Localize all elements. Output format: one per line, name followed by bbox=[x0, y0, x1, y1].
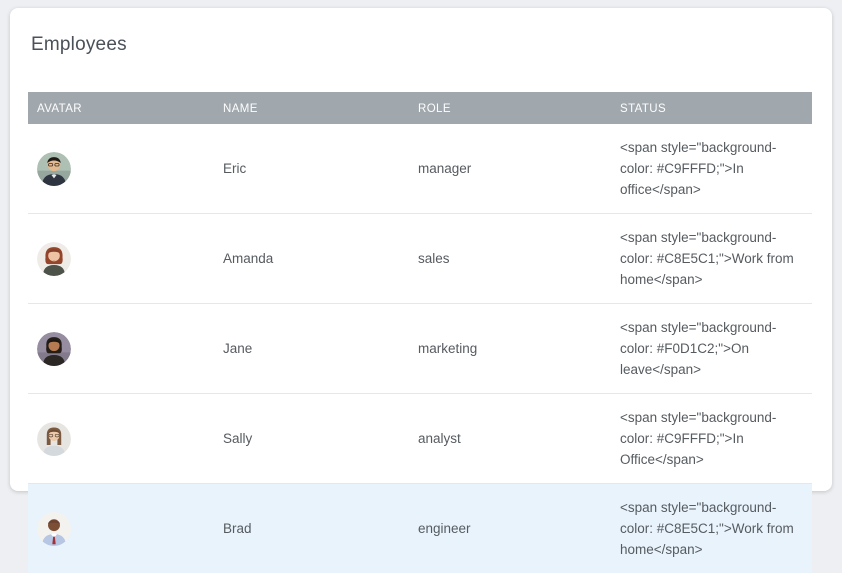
employees-table: AVATAR NAME ROLE STATUS bbox=[28, 92, 812, 573]
cell-name: Sally bbox=[214, 394, 409, 484]
column-header-name: NAME bbox=[214, 92, 409, 124]
table-row-jane[interactable]: Jane marketing <span style="background-c… bbox=[28, 304, 812, 394]
cell-status: <span style="background-color: #C9FFFD;"… bbox=[611, 124, 812, 214]
page-title: Employees bbox=[31, 34, 814, 56]
column-header-avatar: AVATAR bbox=[28, 92, 214, 124]
table-row-amanda[interactable]: Amanda sales <span style="background-col… bbox=[28, 214, 812, 304]
cell-name: Brad bbox=[214, 484, 409, 573]
avatar-brad-icon bbox=[37, 512, 71, 546]
avatar-eric-icon bbox=[37, 152, 71, 186]
cell-name: Eric bbox=[214, 124, 409, 214]
table-row-sally[interactable]: Sally analyst <span style="background-co… bbox=[28, 394, 812, 484]
column-header-role: ROLE bbox=[409, 92, 611, 124]
employees-card: Employees AVATAR NAME ROLE STATUS bbox=[10, 8, 832, 491]
cell-name: Jane bbox=[214, 304, 409, 394]
avatar-amanda-icon bbox=[37, 242, 71, 276]
table-row-eric[interactable]: Eric manager <span style="background-col… bbox=[28, 124, 812, 214]
avatar-jane-icon bbox=[37, 332, 71, 366]
column-header-status: STATUS bbox=[611, 92, 812, 124]
cell-status: <span style="background-color: #F0D1C2;"… bbox=[611, 304, 812, 394]
cell-role: analyst bbox=[409, 394, 611, 484]
cell-role: sales bbox=[409, 214, 611, 304]
cell-role: manager bbox=[409, 124, 611, 214]
cell-status: <span style="background-color: #C9FFFD;"… bbox=[611, 394, 812, 484]
table-row-brad[interactable]: Brad engineer <span style="background-co… bbox=[28, 484, 812, 573]
cell-role: engineer bbox=[409, 484, 611, 573]
cell-role: marketing bbox=[409, 304, 611, 394]
cell-status: <span style="background-color: #C8E5C1;"… bbox=[611, 484, 812, 573]
cell-name: Amanda bbox=[214, 214, 409, 304]
table-header: AVATAR NAME ROLE STATUS bbox=[28, 92, 812, 124]
cell-status: <span style="background-color: #C8E5C1;"… bbox=[611, 214, 812, 304]
avatar-sally-icon bbox=[37, 422, 71, 456]
